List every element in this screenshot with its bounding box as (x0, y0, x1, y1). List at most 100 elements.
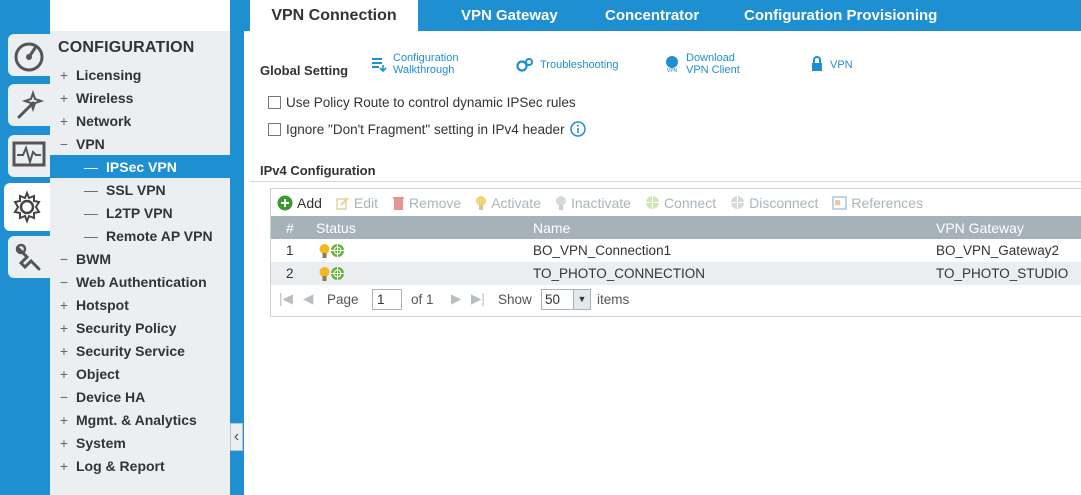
policy-route-checkbox[interactable] (268, 96, 281, 109)
expand-icon[interactable]: + (57, 412, 71, 428)
configuration-walkthrough-link[interactable]: Configuration Walkthrough (371, 52, 458, 76)
expand-icon[interactable]: + (57, 366, 71, 382)
sidebar-item-licensing[interactable]: + Licensing (50, 63, 230, 86)
expand-icon[interactable]: + (57, 297, 71, 313)
column-header-vpn-gateway[interactable]: VPN Gateway (936, 216, 1024, 239)
expand-icon[interactable]: + (57, 435, 71, 451)
sidebar-item-label: VPN (76, 135, 105, 152)
policy-route-option: Use Policy Route to control dynamic IPSe… (268, 95, 576, 110)
globe-connect-icon (645, 196, 659, 209)
last-page-icon[interactable]: ▶| (471, 285, 485, 313)
bulb-active-icon (319, 266, 330, 281)
remove-label: Remove (409, 194, 462, 211)
expand-icon[interactable]: + (57, 113, 71, 129)
nav-list: + Licensing + Wireless + Network − VPN — IPSec VP… (50, 63, 230, 477)
collapse-icon[interactable]: − (57, 274, 71, 290)
references-label: References (851, 194, 923, 211)
inactivate-button[interactable]: Inactivate (555, 195, 631, 211)
sidebar-item-label: SSL VPN (106, 181, 166, 198)
sidebar-item-hotspot[interactable]: + Hotspot (50, 293, 230, 316)
expand-icon[interactable]: + (57, 67, 71, 83)
policy-route-label: Use Policy Route to control dynamic IPSe… (286, 95, 576, 110)
tab-concentrator[interactable]: Concentrator (605, 0, 699, 31)
sidebar-item-object[interactable]: + Object (50, 362, 230, 385)
tab-vpn-gateway[interactable]: VPN Gateway (461, 0, 558, 31)
maintenance-button[interactable] (8, 236, 50, 278)
edit-button[interactable]: Edit (336, 195, 378, 211)
download-vpn-client-link[interactable]: VPN Download VPN Client (664, 52, 740, 76)
table-row[interactable]: 1 BO_VPN_Connection1 BO_VPN_Gateway2 (271, 239, 1081, 262)
chevron-down-icon: ▼ (573, 289, 590, 309)
globe-connected-icon (331, 267, 344, 280)
sidebar-item-system[interactable]: + System (50, 431, 230, 454)
collapse-icon[interactable]: − (57, 136, 71, 152)
vpn-link[interactable]: VPN (810, 56, 853, 74)
sidebar-item-network[interactable]: + Network (50, 109, 230, 132)
tools-icon (15, 243, 41, 271)
add-button[interactable]: Add (277, 195, 322, 211)
sidebar-item-l2tp-vpn[interactable]: — L2TP VPN (50, 201, 230, 224)
sidebar-item-label: System (76, 434, 126, 451)
sidebar-item-remote-ap-vpn[interactable]: — Remote AP VPN (50, 224, 230, 247)
collapse-icon[interactable]: − (57, 389, 71, 405)
sidebar-item-device-ha[interactable]: − Device HA (50, 385, 230, 408)
sidebar-item-label: Security Service (76, 342, 185, 359)
sidebar-item-security-service[interactable]: + Security Service (50, 339, 230, 362)
connect-button[interactable]: Connect (645, 195, 716, 211)
global-setting-title: Global Setting (260, 63, 349, 78)
expand-icon[interactable]: + (57, 458, 71, 474)
show-label: Show (498, 291, 532, 307)
prev-page-icon[interactable]: ◀ (303, 285, 313, 313)
row-num: 2 (286, 266, 294, 281)
page-input[interactable]: 1 (372, 288, 402, 310)
page-size-value: 50 (545, 291, 561, 307)
sidebar-item-log-report[interactable]: + Log & Report (50, 454, 230, 477)
column-header-num[interactable]: # (286, 216, 294, 239)
table-toolbar: Add Edit Remove Activate Inactivate Conn… (271, 189, 1081, 216)
tab-configuration-provisioning[interactable]: Configuration Provisioning (744, 0, 937, 31)
sidebar-item-bwm[interactable]: − BWM (50, 247, 230, 270)
walkthrough-label-1: Configuration (393, 52, 459, 64)
configuration-button[interactable] (4, 183, 50, 231)
sidebar-item-vpn[interactable]: − VPN (50, 132, 230, 155)
info-icon[interactable] (569, 121, 586, 137)
svg-text:VPN: VPN (667, 68, 677, 73)
disconnect-button[interactable]: Disconnect (730, 195, 818, 211)
next-page-icon[interactable]: ▶ (451, 285, 461, 313)
collapse-sidebar-button[interactable]: ‹ (230, 423, 243, 451)
activate-button[interactable]: Activate (475, 195, 541, 211)
page-size-select[interactable]: 50 ▼ (541, 288, 591, 310)
expand-icon[interactable]: + (57, 343, 71, 359)
references-button[interactable]: References (832, 195, 923, 211)
connect-label: Connect (663, 194, 717, 211)
sidebar-item-wireless[interactable]: + Wireless (50, 86, 230, 109)
sidebar-item-ipsec-vpn[interactable]: — IPSec VPN (50, 155, 230, 178)
monitor-button[interactable] (8, 135, 50, 177)
sidebar-item-ssl-vpn[interactable]: — SSL VPN (50, 178, 230, 201)
troubleshooting-link[interactable]: Troubleshooting (516, 57, 618, 73)
quick-setup-button[interactable] (8, 84, 50, 126)
dashboard-button[interactable] (8, 34, 50, 76)
expand-icon[interactable]: + (57, 320, 71, 336)
first-page-icon[interactable]: |◀ (279, 285, 293, 313)
ignore-df-checkbox[interactable] (268, 122, 281, 136)
disconnect-label: Disconnect (749, 194, 819, 211)
remove-button[interactable]: Remove (392, 195, 461, 211)
table-row[interactable]: 2 TO_PHOTO_CONNECTION TO_PHOTO_STUDIO (271, 262, 1081, 285)
row-vpn-gateway: BO_VPN_Gateway2 (936, 243, 1060, 258)
sidebar-item-security-policy[interactable]: + Security Policy (50, 316, 230, 339)
walkthrough-label-2: Walkthrough (393, 64, 455, 76)
gears-icon (516, 58, 533, 72)
collapse-icon[interactable]: − (57, 251, 71, 267)
sidebar-item-web-authentication[interactable]: − Web Authentication (50, 270, 230, 293)
references-icon (832, 195, 848, 210)
edit-label: Edit (353, 194, 379, 211)
page-input-wrap: 1 (372, 285, 402, 313)
expand-icon[interactable]: + (57, 90, 71, 106)
sidebar-item-mgmt-analytics[interactable]: + Mgmt. & Analytics (50, 408, 230, 431)
column-header-name[interactable]: Name (533, 216, 570, 239)
sidebar-item-label: Remote AP VPN (106, 227, 213, 244)
column-header-status[interactable]: Status (316, 216, 356, 239)
tab-vpn-connection[interactable]: VPN Connection (250, 0, 418, 31)
row-name: TO_PHOTO_CONNECTION (533, 266, 706, 281)
